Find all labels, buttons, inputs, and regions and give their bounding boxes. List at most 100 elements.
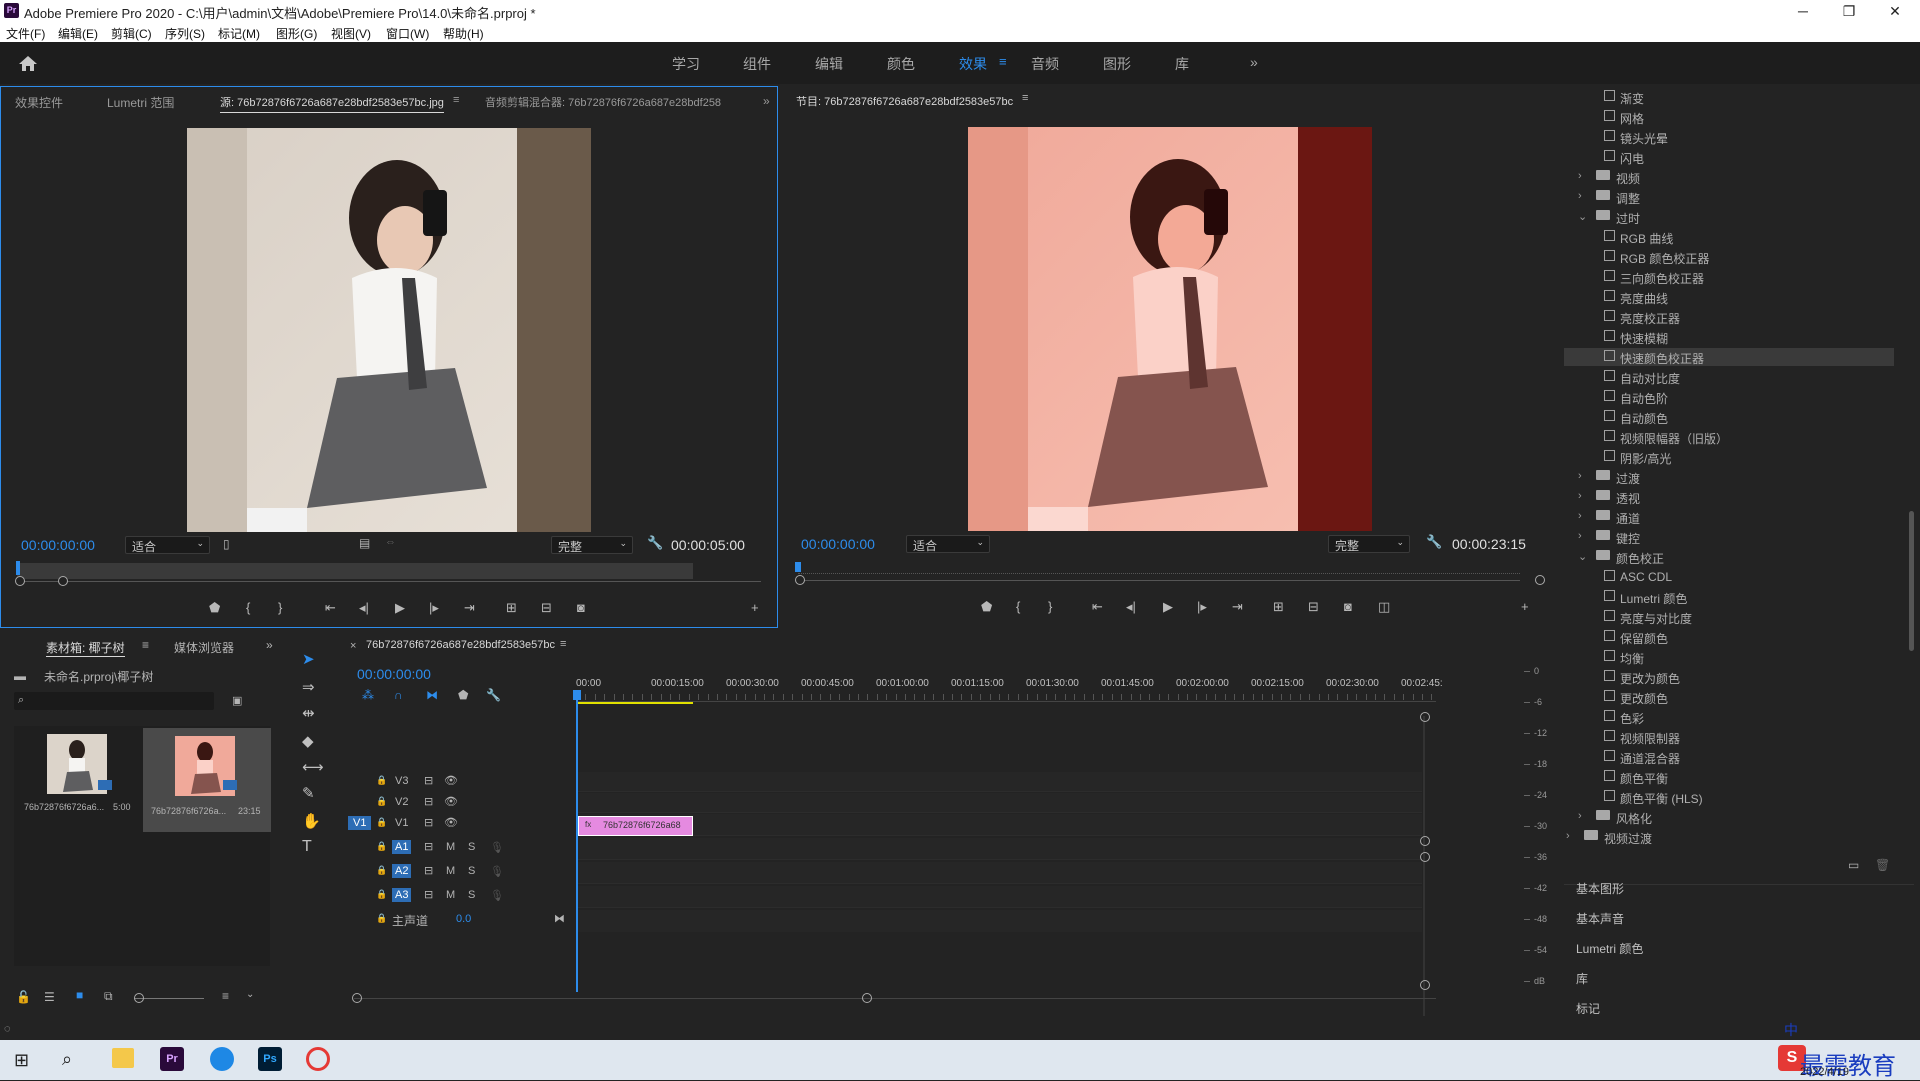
eye-icon[interactable]: 👁 <box>444 816 458 829</box>
program-time-ruler[interactable] <box>798 564 1520 574</box>
home-icon[interactable] <box>14 53 42 73</box>
sync-lock-icon[interactable]: ⊟ <box>424 795 433 808</box>
play-icon[interactable]: ▶ <box>395 600 405 616</box>
minimize-button[interactable]: ─ <box>1780 0 1826 22</box>
mark-out-icon[interactable]: } <box>278 600 282 615</box>
mute-button[interactable]: M <box>446 889 455 901</box>
tab-project-bin[interactable]: 素材箱: 椰子树 <box>46 639 125 657</box>
vertical-zoom-handle[interactable] <box>1420 852 1430 862</box>
app-icon[interactable] <box>306 1047 330 1071</box>
track-lane-v2[interactable] <box>578 793 1422 813</box>
tab-source-menu-icon[interactable]: ≡ <box>453 94 459 106</box>
go-to-out-icon[interactable]: ⇥ <box>1232 599 1243 615</box>
panel-overflow-icon[interactable]: » <box>266 638 273 652</box>
chevron-right-icon[interactable]: › <box>1578 530 1582 542</box>
slip-tool-icon[interactable]: ⟷ <box>302 758 324 776</box>
workspace-menu-icon[interactable]: ≡ <box>999 54 1007 69</box>
insert-icon[interactable]: ⊞ <box>506 600 517 616</box>
panel-overflow-icon[interactable]: » <box>763 94 770 108</box>
section-essential-sound[interactable]: 基本声音 <box>1576 910 1624 927</box>
effects-item[interactable]: RGB 曲线 <box>1564 228 1894 246</box>
program-quality-dropdown[interactable]: 完整 ⌄ <box>1328 535 1410 553</box>
effects-item[interactable]: 保留颜色 <box>1564 628 1894 646</box>
zoom-slider[interactable] <box>134 998 204 999</box>
chevron-right-icon[interactable]: › <box>1578 510 1582 522</box>
zoom-handle-left[interactable] <box>15 576 25 586</box>
lock-icon[interactable]: 🔒 <box>376 796 387 807</box>
vertical-zoom-handle[interactable] <box>1420 836 1430 846</box>
track-header-v3[interactable]: 🔒 V3 ⊟ 👁 <box>340 772 574 792</box>
step-back-icon[interactable]: ◂| <box>1126 599 1136 615</box>
program-fit-dropdown[interactable]: 适合 ⌄ <box>906 535 990 553</box>
mark-in-icon[interactable]: { <box>1016 599 1020 614</box>
lift-icon[interactable]: ⊞ <box>1273 599 1284 615</box>
lock-icon[interactable]: 🔒 <box>376 865 387 876</box>
program-playhead[interactable] <box>795 562 801 572</box>
export-frame-icon[interactable]: ◙ <box>1344 599 1352 614</box>
windows-start-icon[interactable]: ⊞ <box>14 1050 29 1071</box>
effects-folder[interactable]: › 调整 <box>1564 188 1894 206</box>
linked-selection-icon[interactable]: ⧓ <box>426 688 438 702</box>
zoom-handle-left[interactable] <box>352 993 362 1003</box>
maximize-button[interactable]: ❐ <box>1826 0 1872 22</box>
chevron-down-icon[interactable]: ⌄ <box>246 989 254 1000</box>
chevron-right-icon[interactable]: › <box>1578 170 1582 182</box>
track-name[interactable]: V2 <box>392 795 411 809</box>
track-header-a1[interactable]: 🔒 A1 ⊟ M S 🎙 <box>340 838 574 858</box>
tab-effect-controls[interactable]: 效果控件 <box>15 94 63 111</box>
zoom-handle-right[interactable] <box>862 993 872 1003</box>
effects-item[interactable]: 颜色平衡 <box>1564 768 1894 786</box>
workspace-editing[interactable]: 编辑 <box>815 54 843 74</box>
section-essential-graphics[interactable]: 基本图形 <box>1576 880 1624 897</box>
tab-lumetri-scopes[interactable]: Lumetri 范围 <box>107 94 174 111</box>
effects-item[interactable]: 颜色平衡 (HLS) <box>1564 788 1894 806</box>
effects-item[interactable]: 闪电 <box>1564 148 1894 166</box>
track-header-v2[interactable]: 🔒 V2 ⊟ 👁 <box>340 793 574 813</box>
menu-graphics[interactable]: 图形(G) <box>276 25 317 42</box>
effects-item[interactable]: 色彩 <box>1564 708 1894 726</box>
microphone-icon[interactable]: 🎙 <box>490 865 504 878</box>
go-to-out-icon[interactable]: ⇥ <box>464 600 475 616</box>
effects-item[interactable]: 通道混合器 <box>1564 748 1894 766</box>
vertical-zoom-handle[interactable] <box>1420 980 1430 990</box>
add-marker-icon[interactable]: ⬟ <box>981 599 992 615</box>
menu-sequence[interactable]: 序列(S) <box>165 25 205 42</box>
workspace-effects[interactable]: 效果 <box>959 54 987 74</box>
horizontal-scrollbar[interactable] <box>354 998 1436 999</box>
sequence-tab[interactable]: 76b72876f6726a687e28bdf2583e57bc <box>366 639 555 651</box>
track-name[interactable]: A3 <box>392 888 412 902</box>
track-header-master[interactable]: 🔒 主声道 0.0 ⧓ <box>340 910 574 930</box>
safe-margin-icon[interactable]: ▯ <box>223 537 230 551</box>
sync-lock-icon[interactable]: ⊟ <box>424 840 433 853</box>
overwrite-icon[interactable]: ⊟ <box>541 600 552 616</box>
pen-tool-icon[interactable]: ✎ <box>302 784 315 802</box>
eye-icon[interactable]: 👁 <box>444 795 458 808</box>
effects-folder[interactable]: › 键控 <box>1564 528 1894 546</box>
go-to-in-icon[interactable]: ⇤ <box>1092 599 1103 615</box>
microphone-icon[interactable]: 🎙 <box>490 889 504 902</box>
vertical-zoom-handle[interactable] <box>1420 712 1430 722</box>
lock-icon[interactable]: 🔒 <box>376 913 387 924</box>
menu-file[interactable]: 文件(F) <box>6 25 45 42</box>
menu-view[interactable]: 视图(V) <box>331 25 371 42</box>
wrench-icon[interactable]: 🔧 <box>647 535 663 551</box>
section-markers[interactable]: 标记 <box>1576 1000 1600 1017</box>
effects-scrollbar[interactable] <box>1909 511 1914 651</box>
workspace-assembly[interactable]: 组件 <box>743 54 771 74</box>
lock-icon[interactable]: 🔒 <box>376 889 387 900</box>
section-libraries[interactable]: 库 <box>1576 970 1588 987</box>
export-frame-icon[interactable]: ◙ <box>577 600 585 615</box>
effects-item[interactable]: 快速颜色校正器 <box>1564 348 1894 366</box>
master-volume-value[interactable]: 0.0 <box>456 913 471 925</box>
photoshop-app-icon[interactable]: Ps <box>258 1047 282 1071</box>
effects-folder[interactable]: › 视频 <box>1564 168 1894 186</box>
lock-icon[interactable]: 🔓 <box>16 990 31 1004</box>
mark-in-icon[interactable]: { <box>246 600 250 615</box>
icon-view-icon[interactable]: ■ <box>76 988 83 1002</box>
track-name[interactable]: A1 <box>392 840 412 854</box>
effects-folder[interactable]: › 视频过渡 <box>1564 828 1894 846</box>
track-name[interactable]: V3 <box>392 774 411 788</box>
effects-item[interactable]: 视频限幅器（旧版） <box>1564 428 1894 446</box>
timeline-clip[interactable]: fx 76b72876f6726a68 <box>578 816 693 836</box>
chevron-right-icon[interactable]: › <box>1578 470 1582 482</box>
